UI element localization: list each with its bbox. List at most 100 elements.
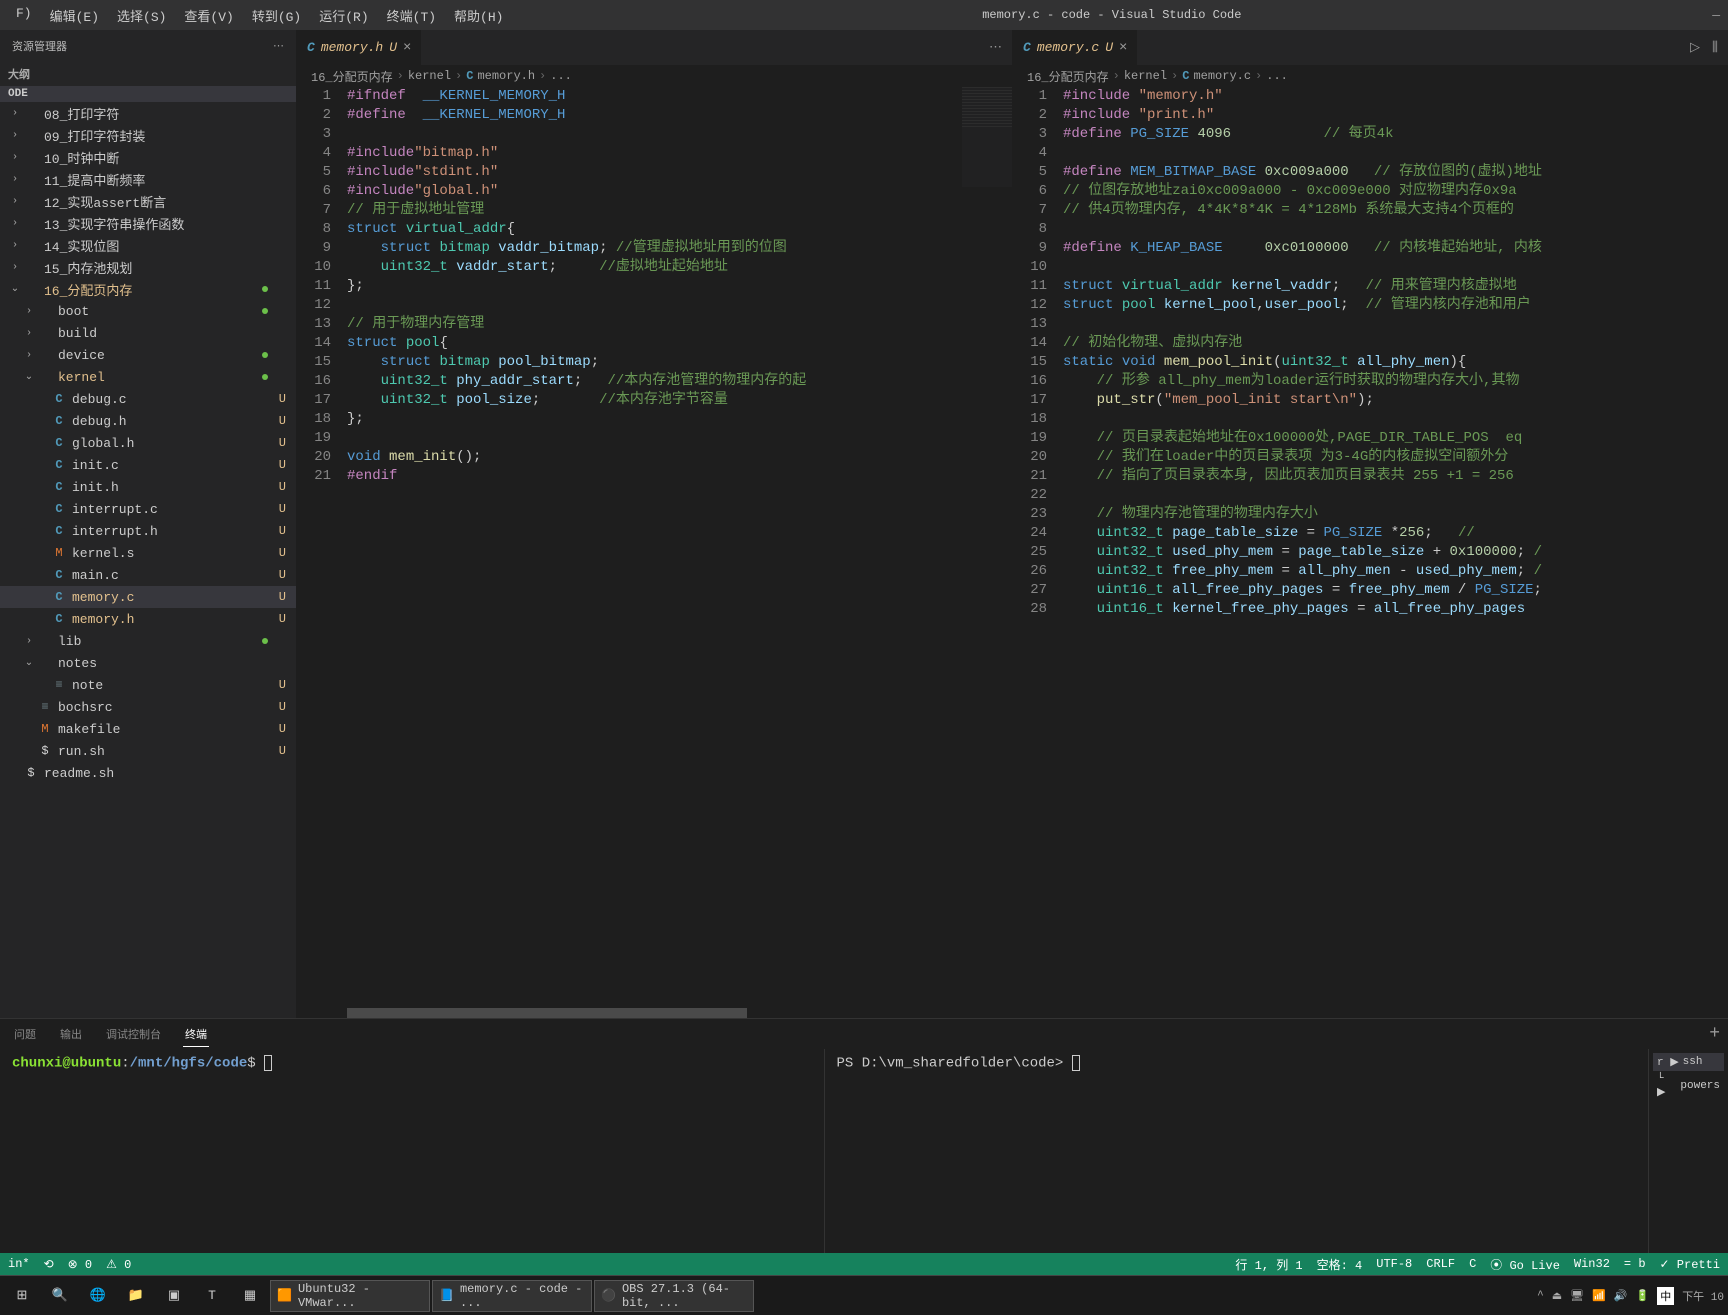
menu-run[interactable]: 运行(R): [311, 2, 376, 29]
bc-file[interactable]: memory.h: [477, 69, 535, 83]
tray-volume-icon[interactable]: 🔊: [1614, 1289, 1628, 1303]
status-win32[interactable]: Win32: [1574, 1257, 1610, 1271]
tray-battery-icon[interactable]: 🔋: [1635, 1289, 1649, 1303]
tree-item-08_打印字符[interactable]: ›08_打印字符: [0, 102, 296, 124]
menu-terminal[interactable]: 终端(T): [379, 2, 444, 29]
tray-vm-icon[interactable]: 🖥: [1570, 1289, 1584, 1303]
tree-item-debug.h[interactable]: Cdebug.hU: [0, 410, 296, 432]
tree-item-global.h[interactable]: Cglobal.hU: [0, 432, 296, 454]
tree-item-boot[interactable]: ›boot: [0, 300, 296, 322]
status-encoding[interactable]: UTF-8: [1376, 1257, 1412, 1271]
tree-item-build[interactable]: ›build: [0, 322, 296, 344]
scrollbar-horizontal[interactable]: [297, 1008, 1012, 1018]
panel-tab-terminal[interactable]: 终端: [183, 1022, 209, 1047]
tree-item-memory.h[interactable]: Cmemory.hU: [0, 608, 296, 630]
panel-tab-output[interactable]: 输出: [58, 1022, 84, 1046]
tray-eject-icon[interactable]: ⏏: [1552, 1289, 1562, 1303]
tree-item-debug.c[interactable]: Cdebug.cU: [0, 388, 296, 410]
split-icon[interactable]: ⫼: [1712, 40, 1718, 55]
minimize-icon[interactable]: —: [1712, 8, 1720, 23]
panel-tab-problems[interactable]: 问题: [12, 1022, 38, 1046]
tree-item-12_实现assert断言[interactable]: ›12_实现assert断言: [0, 190, 296, 212]
run-icon[interactable]: ▷: [1690, 40, 1700, 55]
taskbar-app-vmware[interactable]: 🟧Ubuntu32 - VMwar...: [270, 1280, 430, 1312]
chrome-icon[interactable]: 🌐: [80, 1280, 116, 1312]
tree-item-14_实现位图[interactable]: ›14_实现位图: [0, 234, 296, 256]
tree-item-device[interactable]: ›device: [0, 344, 296, 366]
status-prettier[interactable]: ✓ Pretti: [1660, 1257, 1720, 1272]
menu-select[interactable]: 选择(S): [109, 2, 174, 29]
menu-view[interactable]: 查看(V): [176, 2, 241, 29]
tree-item-makefile[interactable]: MmakefileU: [0, 718, 296, 740]
tree-item-09_打印字符封装[interactable]: ›09_打印字符封装: [0, 124, 296, 146]
menu-goto[interactable]: 转到(G): [244, 2, 309, 29]
tab-memory-h[interactable]: C memory.h U ×: [297, 30, 422, 65]
tab-close-icon[interactable]: ×: [1119, 40, 1127, 56]
tree-item-run.sh[interactable]: $run.shU: [0, 740, 296, 762]
panel-tab-debug[interactable]: 调试控制台: [104, 1022, 163, 1046]
sidebar-more-icon[interactable]: ⋯: [273, 39, 284, 53]
tray-ime[interactable]: 中: [1657, 1287, 1674, 1305]
code-area-left[interactable]: 123456789101112131415161718192021 #ifnde…: [297, 87, 1012, 1008]
tree-item-16_分配页内存[interactable]: ⌄16_分配页内存: [0, 278, 296, 300]
workspace-root[interactable]: ODE: [0, 86, 296, 102]
tree-item-readme.sh[interactable]: $readme.sh: [0, 762, 296, 784]
menu-edit[interactable]: 编辑(E): [42, 2, 107, 29]
tab-memory-c[interactable]: C memory.c U ×: [1013, 30, 1138, 65]
tab-close-icon[interactable]: ×: [403, 40, 411, 56]
tree-item-notes[interactable]: ⌄notes: [0, 652, 296, 674]
code-area-right[interactable]: 1234567891011121314151617181920212223242…: [1013, 87, 1728, 1018]
status-golive[interactable]: ⦿ Go Live: [1490, 1256, 1560, 1273]
tree-item-interrupt.h[interactable]: Cinterrupt.hU: [0, 520, 296, 542]
tree-item-note[interactable]: ≡noteU: [0, 674, 296, 696]
start-icon[interactable]: ⊞: [4, 1280, 40, 1312]
outline-label[interactable]: 大纲: [0, 62, 296, 86]
tree-item-lib[interactable]: ›lib: [0, 630, 296, 652]
status-errors[interactable]: ⊗ 0: [68, 1257, 92, 1272]
terminal-icon[interactable]: ▣: [156, 1280, 192, 1312]
status-warnings[interactable]: ⚠ 0: [106, 1257, 131, 1272]
tree-item-interrupt.c[interactable]: Cinterrupt.cU: [0, 498, 296, 520]
bc-folder[interactable]: kernel: [1124, 69, 1167, 83]
terminal-item-ssh[interactable]: r ▶ssh: [1653, 1053, 1724, 1071]
tree-item-init.h[interactable]: Cinit.hU: [0, 476, 296, 498]
status-sync[interactable]: ⟲: [44, 1257, 54, 1272]
bc-folder[interactable]: 16_分配页内存: [1027, 68, 1109, 85]
bc-more[interactable]: ...: [1266, 69, 1288, 83]
tree-item-kernel.s[interactable]: Mkernel.sU: [0, 542, 296, 564]
tray-network-icon[interactable]: 📶: [1592, 1289, 1606, 1303]
status-beautify[interactable]: = b: [1624, 1257, 1646, 1271]
bc-more[interactable]: ...: [550, 69, 572, 83]
breadcrumb-right[interactable]: 16_分配页内存› kernel› C memory.c› ...: [1013, 65, 1728, 87]
taskbar-app-obs[interactable]: ⚫OBS 27.1.3 (64-bit, ...: [594, 1280, 754, 1312]
tree-item-init.c[interactable]: Cinit.cU: [0, 454, 296, 476]
tree-item-main.c[interactable]: Cmain.cU: [0, 564, 296, 586]
files-icon[interactable]: 📁: [118, 1280, 154, 1312]
tree-item-15_内存池规划[interactable]: ›15_内存池规划: [0, 256, 296, 278]
breadcrumb-left[interactable]: 16_分配页内存› kernel› C memory.h› ...: [297, 65, 1012, 87]
bc-file[interactable]: memory.c: [1193, 69, 1251, 83]
bc-folder[interactable]: kernel: [408, 69, 451, 83]
taskbar-app-vscode[interactable]: 📘memory.c - code - ...: [432, 1280, 592, 1312]
tray-up-icon[interactable]: ^: [1537, 1290, 1544, 1302]
tree-item-13_实现字符串操作函数[interactable]: ›13_实现字符串操作函数: [0, 212, 296, 234]
minimap[interactable]: [962, 87, 1012, 187]
typora-icon[interactable]: T: [194, 1280, 230, 1312]
menu-help[interactable]: 帮助(H): [446, 2, 511, 29]
tray-time[interactable]: 下午 10: [1682, 1288, 1724, 1304]
bc-folder[interactable]: 16_分配页内存: [311, 68, 393, 85]
app-icon[interactable]: ▦: [232, 1280, 268, 1312]
panel-add-icon[interactable]: +: [1709, 1024, 1720, 1044]
tree-item-bochsrc[interactable]: ≡bochsrcU: [0, 696, 296, 718]
search-icon[interactable]: 🔍: [42, 1280, 78, 1312]
status-cursor[interactable]: 行 1, 列 1: [1235, 1256, 1302, 1273]
tree-item-kernel[interactable]: ⌄kernel: [0, 366, 296, 388]
tree-item-11_提高中断频率[interactable]: ›11_提高中断频率: [0, 168, 296, 190]
system-tray[interactable]: ^ ⏏ 🖥 📶 🔊 🔋 中 下午 10: [1537, 1287, 1724, 1305]
tree-item-memory.c[interactable]: Cmemory.cU: [0, 586, 296, 608]
status-spaces[interactable]: 空格: 4: [1317, 1256, 1363, 1273]
status-remote[interactable]: in*: [8, 1257, 30, 1271]
status-eol[interactable]: CRLF: [1426, 1257, 1455, 1271]
tree-item-10_时钟中断[interactable]: ›10_时钟中断: [0, 146, 296, 168]
status-lang[interactable]: C: [1469, 1257, 1476, 1271]
